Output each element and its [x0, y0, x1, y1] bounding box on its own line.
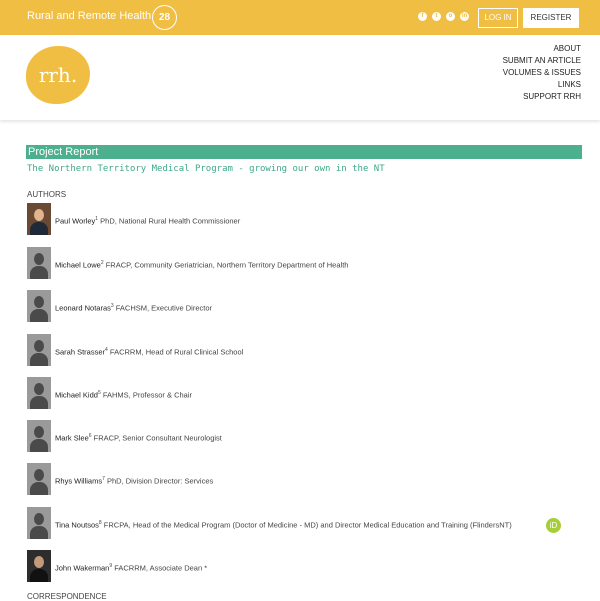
- nav-volumes-issues[interactable]: VOLUMES & ISSUES: [441, 68, 581, 77]
- author-placeholder-icon: [27, 420, 51, 452]
- author-row: Leonard Notaras3 FACHSM, Executive Direc…: [27, 290, 587, 322]
- author-placeholder-icon: [27, 334, 51, 366]
- register-button[interactable]: REGISTER: [523, 8, 579, 28]
- nav-links[interactable]: LINKS: [441, 80, 581, 89]
- author-row: Paul Worley1 PhD, National Rural Health …: [27, 203, 587, 235]
- article-title: The Northern Territory Medical Program -…: [27, 164, 385, 174]
- author-name[interactable]: Paul Worley: [55, 217, 95, 226]
- author-name[interactable]: John Wakerman: [55, 564, 109, 573]
- author-row: Mark Slee6 FRACP, Senior Consultant Neur…: [27, 420, 587, 452]
- author-name[interactable]: Michael Kidd: [55, 391, 98, 400]
- author-placeholder-icon: [27, 377, 51, 409]
- nav-about[interactable]: ABOUT: [441, 44, 581, 53]
- author-affiliation: FRACP, Senior Consultant Neurologist: [91, 433, 222, 443]
- author-affiliation: FACRRM, Associate Dean *: [112, 563, 208, 573]
- author-row: Michael Kidd5 FAHMS, Professor & Chair: [27, 377, 587, 409]
- author-affiliation: PhD, Division Director: Services: [104, 476, 214, 486]
- anniversary-badge-icon: 28: [152, 5, 177, 30]
- section-label: Project Report: [26, 145, 582, 159]
- author-row: Sarah Strasser4 FACRRM, Head of Rural Cl…: [27, 334, 587, 366]
- author-row: Michael Lowe2 FRACP, Community Geriatric…: [27, 247, 587, 279]
- author-name[interactable]: Michael Lowe: [55, 261, 101, 270]
- author-placeholder-icon: [27, 463, 51, 495]
- author-affiliation: FACRRM, Head of Rural Clinical School: [107, 347, 244, 357]
- author-photo: [27, 203, 51, 235]
- author-name[interactable]: Sarah Strasser: [55, 348, 105, 357]
- author-affiliation: PhD, National Rural Health Commissioner: [98, 216, 241, 226]
- linkedin-icon[interactable]: in: [460, 12, 469, 21]
- twitter-icon[interactable]: t: [432, 12, 441, 21]
- author-row: Rhys Williams7 PhD, Division Director: S…: [27, 463, 587, 495]
- author-name[interactable]: Leonard Notaras: [55, 304, 111, 313]
- author-placeholder-icon: [27, 507, 51, 539]
- author-affiliation: FAHMS, Professor & Chair: [100, 390, 193, 400]
- nav-submit-article[interactable]: SUBMIT AN ARTICLE: [441, 56, 581, 65]
- author-affiliation: FRACP, Community Geriatrician, Northern …: [103, 260, 349, 270]
- author-placeholder-icon: [27, 290, 51, 322]
- nav-support-rrh[interactable]: SUPPORT RRH: [441, 92, 581, 101]
- author-placeholder-icon: [27, 247, 51, 279]
- orcid-icon[interactable]: iD: [546, 518, 561, 533]
- author-row: John Wakerman9 FACRRM, Associate Dean *: [27, 550, 587, 582]
- author-name[interactable]: Tina Noutsos: [55, 521, 99, 530]
- instagram-icon[interactable]: o: [446, 12, 455, 21]
- author-affiliation: FRCPA, Head of the Medical Program (Doct…: [101, 520, 512, 530]
- author-row: Tina Noutsos8 FRCPA, Head of the Medical…: [27, 507, 587, 539]
- login-button[interactable]: LOG IN: [478, 8, 518, 28]
- author-photo: [27, 550, 51, 582]
- author-name[interactable]: Rhys Williams: [55, 477, 102, 486]
- author-affiliation: FACHSM, Executive Director: [113, 303, 213, 313]
- site-title[interactable]: Rural and Remote Health: [27, 10, 151, 22]
- author-name[interactable]: Mark Slee: [55, 434, 89, 443]
- top-bar: Rural and Remote Health 28 f t o in LOG …: [0, 0, 600, 35]
- authors-heading: AUTHORS: [27, 190, 67, 199]
- facebook-icon[interactable]: f: [418, 12, 427, 21]
